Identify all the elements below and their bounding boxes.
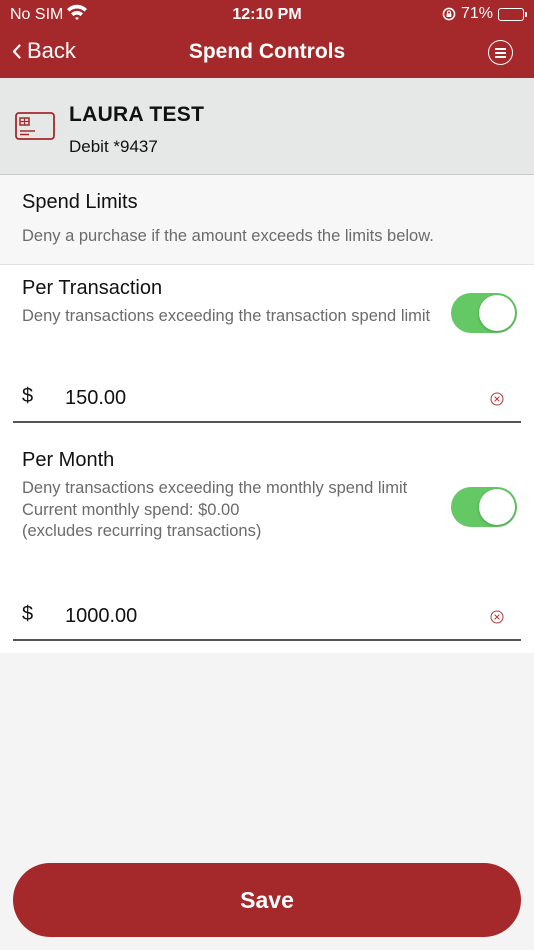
card-summary: LAURA TEST Debit *9437	[0, 78, 534, 175]
back-label: Back	[27, 38, 76, 63]
per-transaction-amount-input[interactable]	[65, 381, 465, 415]
save-button[interactable]: Save	[13, 863, 521, 937]
spend-limits-header: Spend Limits Deny a purchase if the amou…	[0, 175, 534, 265]
clear-icon[interactable]	[490, 610, 504, 624]
app-header: No SIM 12:10 PM 71% Back Spend Controls	[0, 0, 534, 78]
back-button[interactable]: Back	[12, 38, 76, 64]
toggle-knob	[479, 489, 515, 525]
battery-icon	[498, 7, 527, 21]
battery-percent: 71%	[460, 5, 493, 22]
currency-symbol: $	[22, 603, 34, 625]
currency-symbol: $	[22, 385, 34, 407]
recurring-note: (excludes recurring transactions)	[22, 522, 262, 540]
per-transaction-title: Per Transaction	[22, 277, 163, 299]
credit-card-icon	[15, 112, 55, 140]
chevron-left-icon	[12, 43, 21, 59]
per-month-title: Per Month	[22, 449, 115, 471]
toggle-knob	[479, 295, 515, 331]
per-month-amount-input[interactable]	[65, 599, 465, 633]
spend-limits-title: Spend Limits	[22, 191, 138, 213]
page-title: Spend Controls	[188, 40, 346, 63]
current-monthly-spend: Current monthly spend: $0.00	[22, 500, 240, 519]
per-month-description: Deny transactions exceeding the monthly …	[22, 479, 408, 497]
per-month-amount-field: $	[13, 593, 521, 641]
status-right: 71%	[442, 5, 527, 23]
cardholder-name: LAURA TEST	[69, 103, 205, 126]
orientation-lock-icon	[442, 7, 456, 21]
spend-limits-section: Spend Limits Deny a purchase if the amou…	[0, 175, 534, 653]
menu-icon[interactable]	[488, 40, 513, 65]
per-month-toggle[interactable]	[451, 487, 517, 527]
per-transaction-description: Deny transactions exceeding the transact…	[22, 307, 431, 325]
spend-limits-description: Deny a purchase if the amount exceeds th…	[22, 227, 434, 245]
per-transaction-toggle[interactable]	[451, 293, 517, 333]
clear-icon[interactable]	[490, 392, 504, 406]
per-transaction-amount-field: $	[13, 375, 521, 423]
per-month-description-block: Deny transactions exceeding the monthly …	[22, 478, 432, 543]
status-bar: No SIM 12:10 PM 71%	[0, 0, 534, 30]
card-account: Debit *9437	[69, 137, 158, 156]
